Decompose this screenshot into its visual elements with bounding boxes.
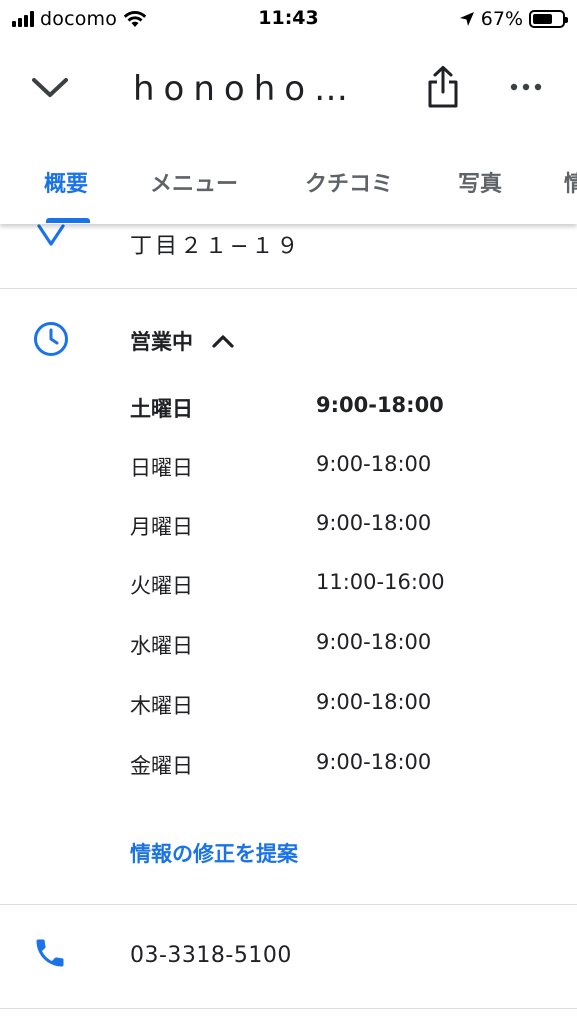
day-label: 金曜日	[130, 754, 193, 778]
tab-photos[interactable]: 写真	[458, 166, 502, 198]
place-details-screen: docomo 11:43 67% honoho… 概要 メニュー クチコミ 写真…	[0, 0, 577, 1024]
hours-row-tuesday: 火曜日 11:00-16:00	[130, 570, 530, 604]
hours-row-wednesday: 水曜日 9:00-18:00	[130, 630, 530, 664]
phone-icon	[32, 935, 68, 975]
hours-value: 9:00-18:00	[316, 393, 444, 417]
location-arrow-icon	[459, 12, 474, 26]
tab-bar: 概要 メニュー クチコミ 写真 情	[0, 140, 577, 224]
open-status: 営業中	[130, 330, 193, 354]
tab-menu[interactable]: メニュー	[150, 166, 238, 198]
address-line[interactable]: 丁目２１−１９	[130, 228, 301, 260]
status-right: 67%	[459, 7, 568, 31]
hours-row-thursday: 木曜日 9:00-18:00	[130, 690, 530, 724]
hours-value: 9:00-18:00	[316, 750, 432, 774]
hours-row-saturday: 土曜日 9:00-18:00	[130, 393, 530, 427]
tab-info[interactable]: 情	[564, 166, 577, 198]
more-horizontal-icon	[510, 83, 542, 91]
divider	[0, 1008, 577, 1009]
hours-value: 9:00-18:00	[316, 511, 432, 535]
chevron-up-icon	[212, 335, 234, 348]
tab-overview[interactable]: 概要	[44, 166, 88, 198]
hours-row-sunday: 日曜日 9:00-18:00	[130, 452, 530, 486]
hours-value: 9:00-18:00	[316, 452, 432, 476]
day-label: 月曜日	[130, 515, 193, 539]
battery-icon	[529, 10, 568, 28]
suggest-edit-link[interactable]: 情報の修正を提案	[130, 838, 298, 868]
clock-icon	[32, 320, 70, 362]
more-options-button[interactable]	[506, 70, 546, 104]
day-label: 日曜日	[130, 456, 193, 480]
day-label: 火曜日	[130, 574, 193, 598]
hours-value: 11:00-16:00	[316, 570, 445, 594]
phone-number[interactable]: 03-3318-5100	[130, 943, 292, 968]
place-title: honoho…	[133, 69, 358, 109]
day-label: 土曜日	[130, 397, 193, 421]
battery-level-fill	[533, 14, 552, 24]
share-icon	[428, 66, 458, 108]
divider	[0, 288, 577, 289]
hours-row-monday: 月曜日 9:00-18:00	[130, 511, 530, 545]
hours-value: 9:00-18:00	[316, 690, 432, 714]
day-label: 木曜日	[130, 694, 193, 718]
hours-toggle[interactable]: 営業中	[130, 326, 235, 356]
place-header: honoho…	[0, 40, 577, 140]
chevron-down-icon	[32, 78, 68, 97]
hours-row-friday: 金曜日 9:00-18:00	[130, 750, 530, 784]
tab-reviews[interactable]: クチコミ	[305, 166, 393, 198]
hours-value: 9:00-18:00	[316, 630, 432, 654]
active-tab-indicator	[46, 218, 90, 223]
battery-percent: 67%	[480, 8, 523, 30]
status-bar: docomo 11:43 67%	[0, 0, 577, 40]
share-button[interactable]	[420, 62, 466, 112]
day-label: 水曜日	[130, 634, 193, 658]
divider	[0, 904, 577, 905]
collapse-button[interactable]	[26, 66, 74, 110]
